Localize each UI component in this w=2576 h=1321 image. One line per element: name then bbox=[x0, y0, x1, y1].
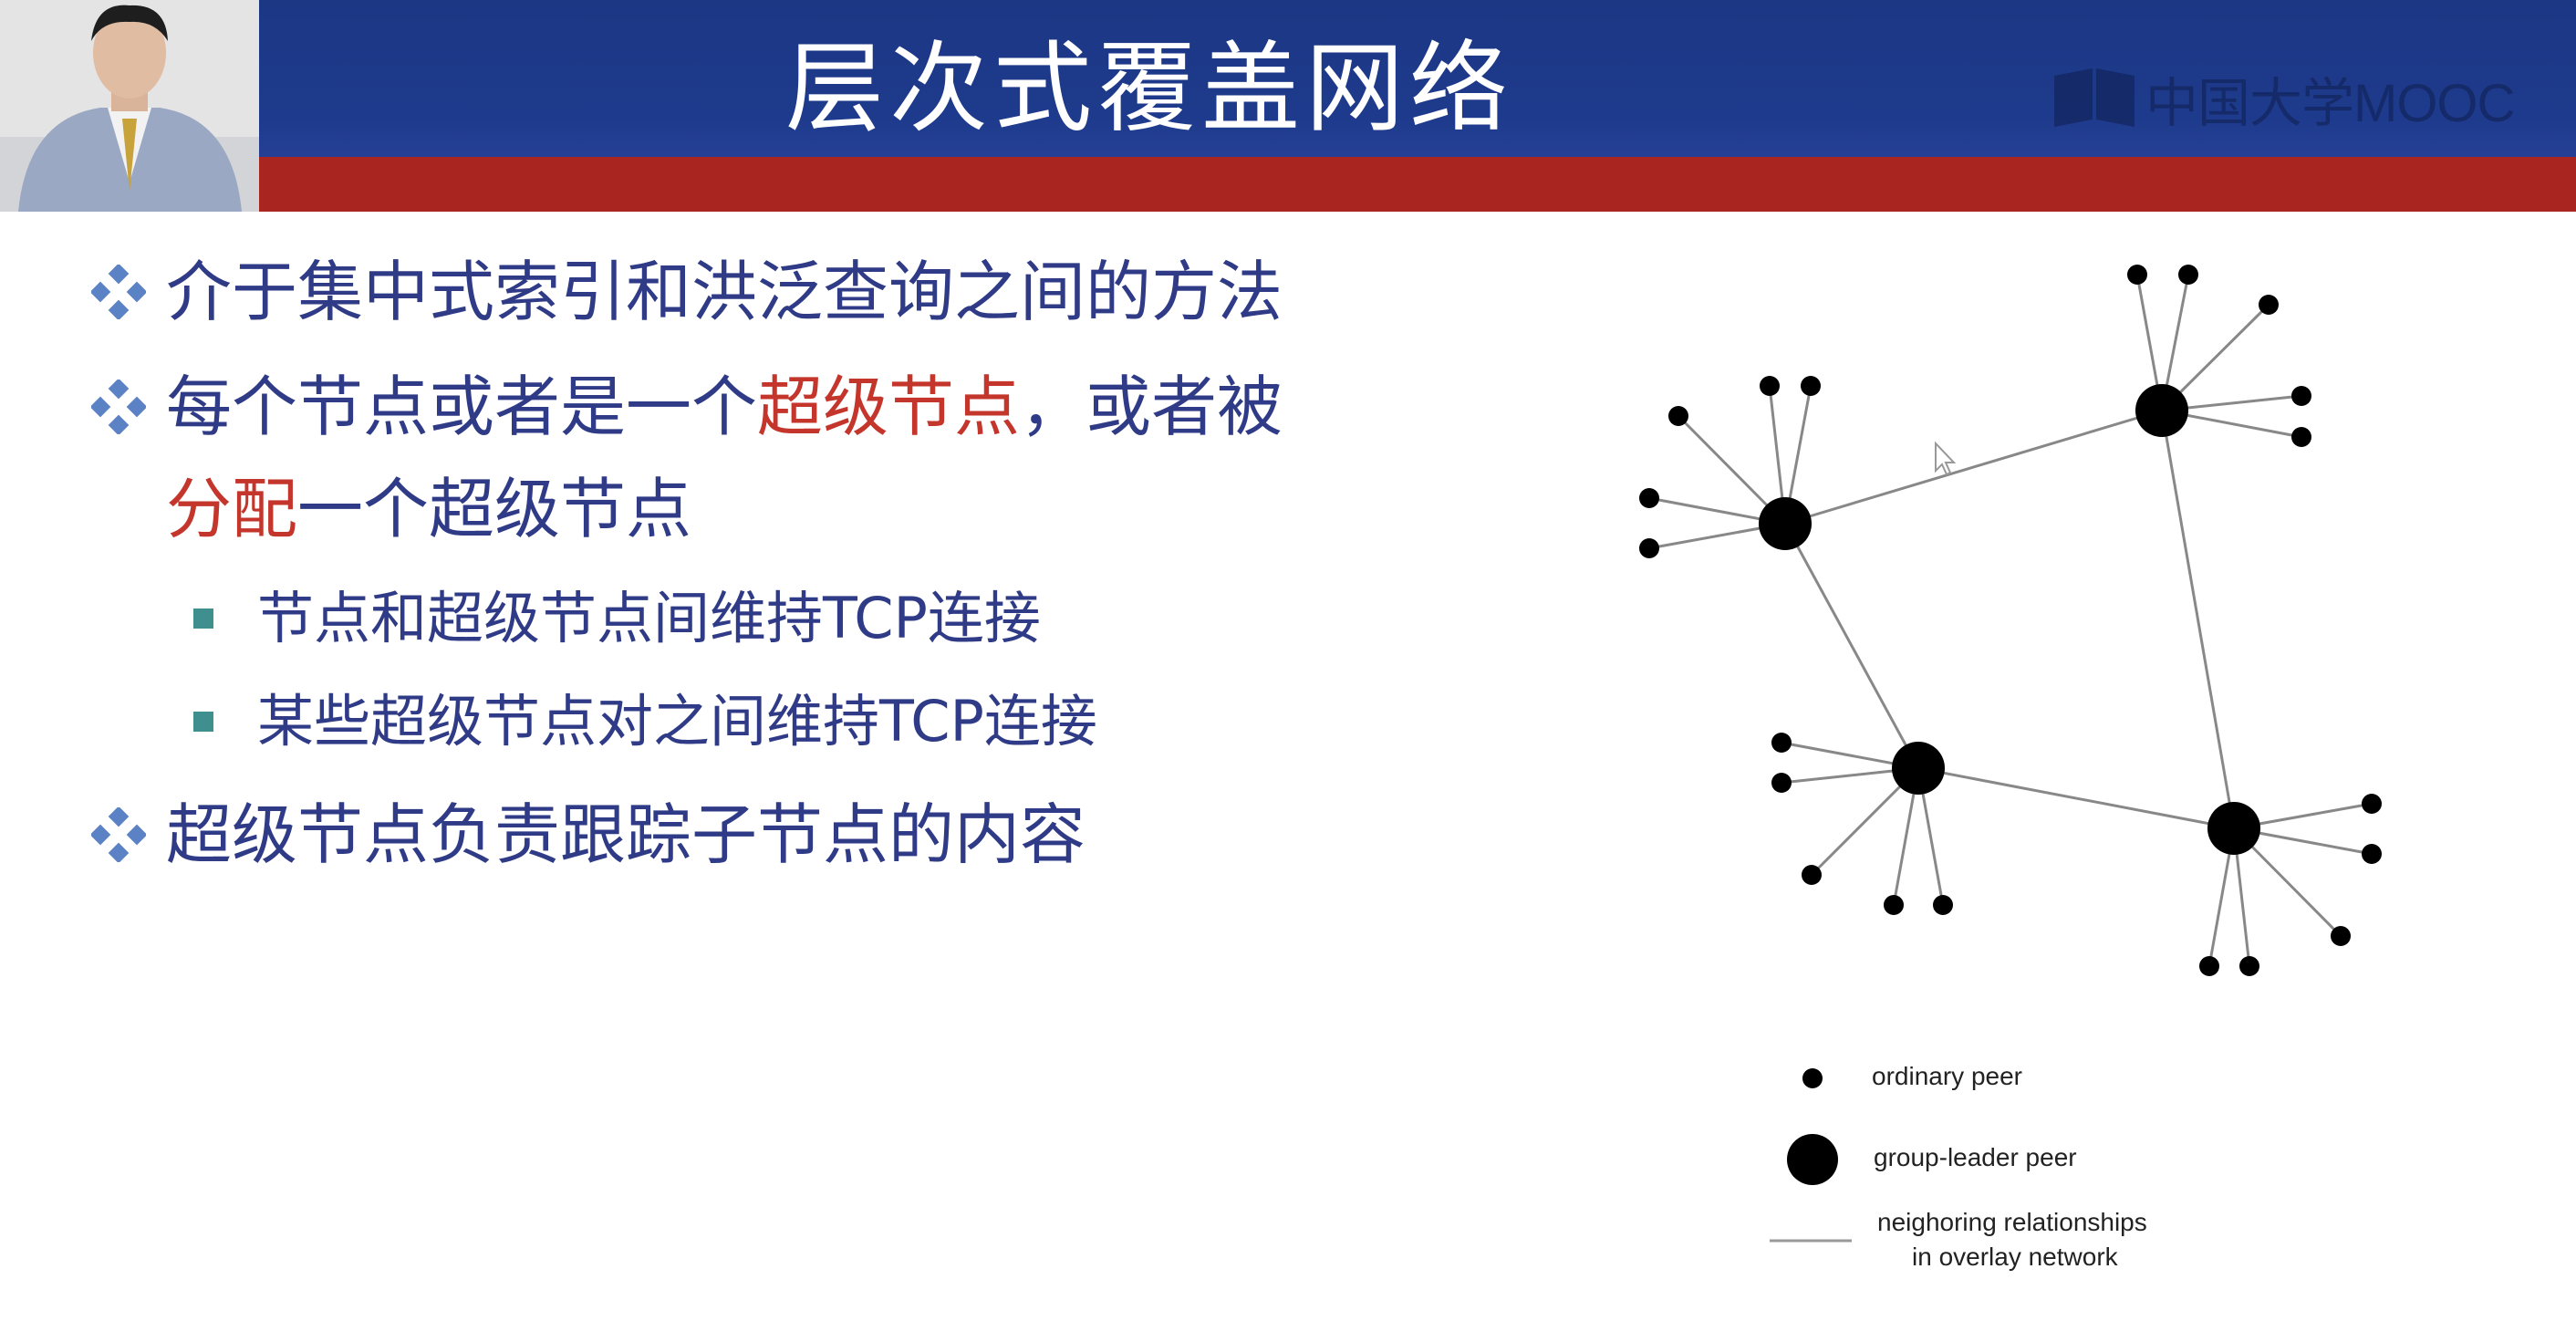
bullet-2-line2: 分配 一个超级节点 bbox=[166, 463, 691, 555]
legend-ordinary-peer-label: ordinary peer bbox=[1872, 1062, 2022, 1090]
bullet-3: 超级节点负责跟踪子节点的内容 bbox=[91, 789, 1085, 880]
ordinary-peer-node bbox=[2331, 926, 2351, 946]
sub-bullet-1: 节点和超级节点间维持TCP连接 bbox=[193, 577, 1041, 660]
bullet-2-line1-suffix: ，或者被 bbox=[1020, 369, 1283, 445]
header-stripe bbox=[0, 157, 2576, 212]
sub-bullet-2: 某些超级节点对之间维持TCP连接 bbox=[193, 681, 1097, 763]
book-logo-icon bbox=[2054, 68, 2135, 127]
legend-group-leader-peer-label: group-leader peer bbox=[1874, 1143, 2077, 1171]
ordinary-peer-node bbox=[2291, 427, 2311, 447]
mooc-logo: 中国大学MOOC bbox=[2052, 66, 2515, 133]
bullet-2-highlight-assign: 分配 bbox=[166, 471, 298, 547]
diagram-legend bbox=[1770, 1068, 1852, 1243]
ordinary-peer-node bbox=[1668, 406, 1688, 426]
ordinary-peer-node bbox=[2127, 265, 2147, 285]
ordinary-peer-node bbox=[1639, 488, 1659, 508]
sub-bullet-2-text: 某些超级节点对之间维持TCP连接 bbox=[257, 688, 1097, 754]
ordinary-peer-node bbox=[2199, 956, 2219, 976]
slide-title: 层次式覆盖网络 bbox=[784, 32, 1513, 146]
square-bullet-icon bbox=[193, 712, 213, 732]
ordinary-peer-node bbox=[1771, 773, 1792, 793]
ordinary-peer-node bbox=[1801, 376, 1821, 396]
ordinary-peer-node bbox=[1639, 538, 1659, 558]
legend-group-leader-peer-icon bbox=[1787, 1134, 1838, 1185]
bullet-2-line2-suffix: 一个超级节点 bbox=[297, 471, 692, 547]
diamond-bullet-icon bbox=[91, 265, 146, 319]
ordinary-peer-node bbox=[1802, 865, 1822, 885]
presenter-video bbox=[0, 0, 259, 212]
group-leader-peer-node bbox=[1759, 497, 1812, 550]
mouse-cursor-icon bbox=[1935, 441, 1957, 476]
overlay-network-diagram bbox=[1639, 265, 2382, 1243]
bullet-3-text: 超级节点负责跟踪子节点的内容 bbox=[166, 796, 1086, 873]
ordinary-peer-node bbox=[1884, 895, 1904, 915]
bullet-2-line1-prefix: 每个节点或者是一个 bbox=[166, 369, 758, 445]
ordinary-peer-node bbox=[1771, 733, 1792, 753]
ordinary-peer-node bbox=[1760, 376, 1780, 396]
diamond-bullet-icon bbox=[91, 380, 146, 434]
ordinary-peer-node bbox=[2259, 295, 2279, 315]
bullet-1: 介于集中式索引和洪泛查询之间的方法 bbox=[91, 246, 1283, 338]
ordinary-peers bbox=[1639, 265, 2382, 976]
diamond-bullet-icon bbox=[91, 807, 146, 862]
ordinary-peer-node bbox=[2362, 794, 2382, 814]
ordinary-peer-node bbox=[2362, 844, 2382, 864]
bullet-2-highlight-supernode: 超级节点 bbox=[757, 369, 1021, 445]
square-bullet-icon bbox=[193, 608, 213, 629]
legend-neighbor-label-line2: in overlay network bbox=[1912, 1243, 2118, 1271]
ordinary-peer-node bbox=[2178, 265, 2198, 285]
neighbor-links bbox=[1648, 274, 2373, 967]
bullet-2: 每个节点或者是一个 超级节点 ，或者被 bbox=[91, 361, 1283, 452]
ordinary-peer-node bbox=[2239, 956, 2259, 976]
ordinary-peer-node bbox=[1933, 895, 1953, 915]
legend-ordinary-peer-icon bbox=[1802, 1068, 1823, 1088]
group-leader-peer-node bbox=[1892, 742, 1945, 795]
ordinary-peer-node bbox=[2291, 386, 2311, 406]
mooc-logo-text: 中国大学MOOC bbox=[2145, 74, 2515, 133]
legend-neighbor-label-line1: neighoring relationships bbox=[1877, 1208, 2147, 1236]
sub-bullet-1-text: 节点和超级节点间维持TCP连接 bbox=[257, 585, 1041, 651]
group-leader-peer-node bbox=[2135, 384, 2188, 437]
bullet-1-text: 介于集中式索引和洪泛查询之间的方法 bbox=[166, 254, 1283, 330]
presenter-figure bbox=[0, 0, 259, 212]
group-leader-peer-node bbox=[2207, 802, 2260, 855]
